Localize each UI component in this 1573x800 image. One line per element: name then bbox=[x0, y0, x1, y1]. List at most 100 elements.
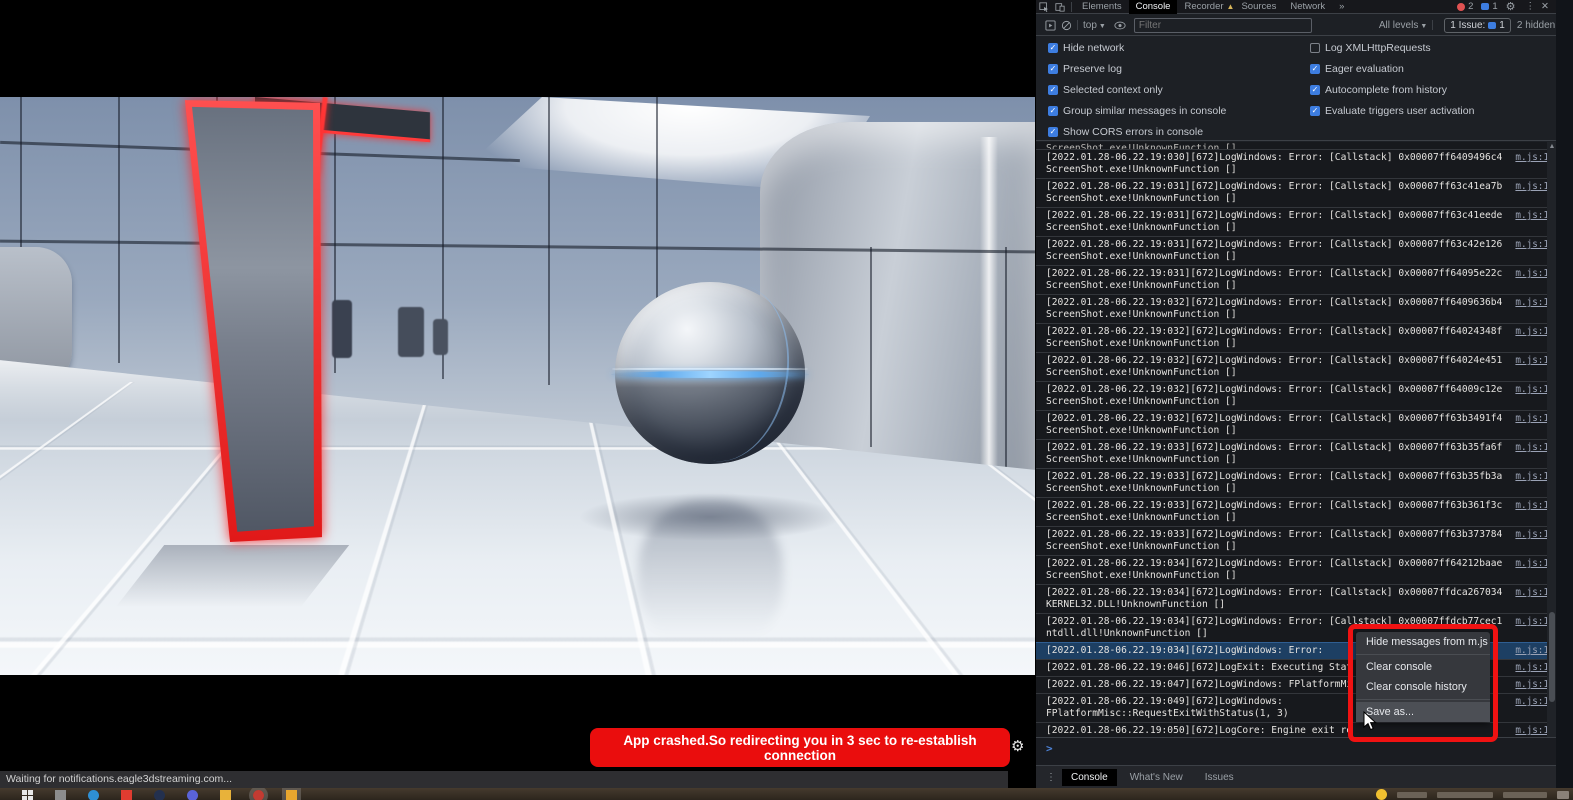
source-link[interactable]: m.js:1 bbox=[1507, 724, 1549, 737]
more-tabs-icon[interactable]: » bbox=[1332, 0, 1351, 14]
tab-network[interactable]: Network bbox=[1283, 0, 1332, 14]
source-link[interactable]: m.js:1 bbox=[1507, 499, 1549, 512]
console-log-row[interactable]: [2022.01.28-06.22.19:031][672]LogWindows… bbox=[1036, 265, 1557, 294]
source-link[interactable]: m.js:1 bbox=[1507, 354, 1549, 367]
devtools-close-icon[interactable]: ✕ bbox=[1541, 1, 1557, 12]
checkbox-preserve-log[interactable]: ✓Preserve log bbox=[1048, 63, 1122, 75]
console-log-row[interactable]: [2022.01.28-06.22.19:032][672]LogWindows… bbox=[1036, 294, 1557, 323]
menu-item-clear-console[interactable]: Clear console bbox=[1356, 657, 1490, 677]
checkbox-group-similar-messages-in-console[interactable]: ✓Group similar messages in console bbox=[1048, 105, 1226, 117]
source-link[interactable]: m.js:1 bbox=[1507, 441, 1549, 454]
checkbox-hide-network[interactable]: ✓Hide network bbox=[1048, 42, 1124, 54]
system-tray-icons[interactable] bbox=[1437, 792, 1493, 798]
source-link[interactable]: m.js:1 bbox=[1507, 661, 1549, 674]
source-link[interactable]: m.js:1 bbox=[1507, 695, 1549, 708]
menu-item-hide-messages[interactable]: Hide messages from m.js bbox=[1356, 632, 1490, 652]
device-toolbar-icon[interactable] bbox=[1052, 2, 1068, 12]
checkbox-show-cors-errors-in-console[interactable]: ✓Show CORS errors in console bbox=[1048, 126, 1203, 138]
unchecked-checkbox-icon[interactable] bbox=[1310, 43, 1320, 53]
console-log-row[interactable]: [2022.01.28-06.22.19:050][672]LogCore: E… bbox=[1036, 722, 1557, 737]
source-link[interactable]: m.js:1 bbox=[1507, 412, 1549, 425]
scrollbar-thumb[interactable] bbox=[1549, 612, 1555, 702]
devtools-menu-icon[interactable]: ⋮ bbox=[1516, 1, 1542, 12]
menu-item-clear-console-history[interactable]: Clear console history bbox=[1356, 677, 1490, 697]
console-log-row[interactable]: [2022.01.28-06.22.19:030][672]LogWindows… bbox=[1036, 149, 1557, 178]
live-expression-eye-icon[interactable] bbox=[1112, 21, 1128, 30]
windows-taskbar[interactable] bbox=[0, 788, 1573, 800]
console-sidebar-icon[interactable] bbox=[1042, 20, 1058, 31]
console-log-row[interactable]: [2022.01.28-06.22.19:033][672]LogWindows… bbox=[1036, 468, 1557, 497]
console-log-row[interactable]: [2022.01.28-06.22.19:032][672]LogWindows… bbox=[1036, 352, 1557, 381]
source-link[interactable]: m.js:1 bbox=[1507, 528, 1549, 541]
source-link[interactable]: m.js:1 bbox=[1507, 296, 1549, 309]
source-link[interactable]: m.js:1 bbox=[1507, 151, 1549, 164]
settings-gear-icon[interactable]: ⚙ bbox=[1011, 737, 1024, 755]
taskbar-app-recording[interactable] bbox=[253, 790, 264, 800]
taskbar-app-orange-active[interactable] bbox=[286, 790, 297, 800]
source-link[interactable]: m.js:1 bbox=[1507, 383, 1549, 396]
source-link[interactable]: m.js:1 bbox=[1507, 586, 1549, 599]
taskbar-start-button[interactable] bbox=[22, 790, 33, 800]
show-desktop-button[interactable] bbox=[1557, 791, 1569, 799]
issues-button[interactable]: 1 Issue: 1 bbox=[1444, 18, 1511, 33]
checkbox-log-xmlhttprequests[interactable]: Log XMLHttpRequests bbox=[1310, 42, 1431, 54]
checked-checkbox-icon[interactable]: ✓ bbox=[1048, 106, 1058, 116]
log-level-selector[interactable]: All levels▼ bbox=[1379, 20, 1427, 31]
taskbar-app-dark-circle[interactable] bbox=[154, 790, 165, 800]
console-log-row[interactable]: [2022.01.28-06.22.19:031][672]LogWindows… bbox=[1036, 207, 1557, 236]
checkbox-evaluate-triggers-user-activation[interactable]: ✓Evaluate triggers user activation bbox=[1310, 105, 1474, 117]
drawer-tab-whats-new[interactable]: What's New bbox=[1121, 769, 1192, 786]
drawer-menu-icon[interactable]: ⋮ bbox=[1036, 772, 1062, 783]
console-log-row[interactable]: [2022.01.28-06.22.19:032][672]LogWindows… bbox=[1036, 381, 1557, 410]
drawer-tab-issues[interactable]: Issues bbox=[1196, 769, 1243, 786]
checked-checkbox-icon[interactable]: ✓ bbox=[1048, 43, 1058, 53]
checked-checkbox-icon[interactable]: ✓ bbox=[1048, 64, 1058, 74]
taskbar-app-gray[interactable] bbox=[55, 790, 66, 800]
devtools-settings-gear-icon[interactable]: ⚙ bbox=[1506, 0, 1516, 13]
tab-recorder[interactable]: Recorder bbox=[1177, 0, 1230, 14]
checked-checkbox-icon[interactable]: ✓ bbox=[1310, 64, 1320, 74]
taskbar-app-red[interactable] bbox=[121, 790, 132, 800]
checkbox-eager-evaluation[interactable]: ✓Eager evaluation bbox=[1310, 63, 1404, 75]
console-log-row[interactable]: [2022.01.28-06.22.19:033][672]LogWindows… bbox=[1036, 439, 1557, 468]
drawer-tab-console[interactable]: Console bbox=[1062, 769, 1117, 786]
source-link[interactable]: m.js:1 bbox=[1507, 615, 1549, 628]
console-log-row[interactable]: [2022.01.28-06.22.19:032][672]LogWindows… bbox=[1036, 410, 1557, 439]
source-link[interactable]: m.js:1 bbox=[1507, 470, 1549, 483]
checked-checkbox-icon[interactable]: ✓ bbox=[1310, 85, 1320, 95]
source-link[interactable]: m.js:1 bbox=[1507, 557, 1549, 570]
source-link[interactable]: m.js:1 bbox=[1507, 325, 1549, 338]
inspect-element-icon[interactable] bbox=[1036, 2, 1052, 12]
weather-icon[interactable] bbox=[1376, 789, 1387, 800]
checked-checkbox-icon[interactable]: ✓ bbox=[1048, 127, 1058, 137]
console-log-row[interactable]: [2022.01.28-06.22.19:034][672]LogWindows… bbox=[1036, 584, 1557, 613]
tab-sources[interactable]: Sources bbox=[1234, 0, 1283, 14]
console-log-row[interactable]: [2022.01.28-06.22.19:034][672]LogWindows… bbox=[1036, 555, 1557, 584]
tab-elements[interactable]: Elements bbox=[1075, 0, 1129, 14]
source-link[interactable]: m.js:1 bbox=[1507, 180, 1549, 193]
tab-console[interactable]: Console bbox=[1129, 0, 1178, 14]
console-log-row[interactable]: [2022.01.28-06.22.19:033][672]LogWindows… bbox=[1036, 497, 1557, 526]
clear-console-icon[interactable] bbox=[1058, 20, 1074, 31]
taskbar-app-indigo-circle[interactable] bbox=[187, 790, 198, 800]
console-log-row[interactable]: [2022.01.28-06.22.19:032][672]LogWindows… bbox=[1036, 323, 1557, 352]
taskbar-app-blue-circle[interactable] bbox=[88, 790, 99, 800]
source-link[interactable]: m.js:1 bbox=[1507, 678, 1549, 691]
console-log-row[interactable]: [2022.01.28-06.22.19:033][672]LogWindows… bbox=[1036, 526, 1557, 555]
checkbox-autocomplete-from-history[interactable]: ✓Autocomplete from history bbox=[1310, 84, 1447, 96]
checked-checkbox-icon[interactable]: ✓ bbox=[1048, 85, 1058, 95]
stream-viewport[interactable]: Waiting for notifications.eagle3dstreami… bbox=[0, 0, 1035, 800]
source-link[interactable]: m.js:1 bbox=[1507, 238, 1549, 251]
source-link[interactable]: m.js:1 bbox=[1507, 209, 1549, 222]
checked-checkbox-icon[interactable]: ✓ bbox=[1310, 106, 1320, 116]
console-prompt[interactable]: > bbox=[1036, 737, 1557, 765]
console-log-row[interactable]: [2022.01.28-06.22.19:031][672]LogWindows… bbox=[1036, 236, 1557, 265]
taskbar-folder[interactable] bbox=[220, 790, 231, 800]
message-count[interactable]: 1 bbox=[1492, 1, 1497, 12]
error-count[interactable]: 2 bbox=[1468, 1, 1473, 12]
source-link[interactable]: m.js:1 bbox=[1507, 267, 1549, 280]
filter-input[interactable] bbox=[1134, 18, 1312, 33]
context-selector[interactable]: top▼ bbox=[1081, 20, 1108, 31]
console-log-row[interactable]: [2022.01.28-06.22.19:031][672]LogWindows… bbox=[1036, 178, 1557, 207]
checkbox-selected-context-only[interactable]: ✓Selected context only bbox=[1048, 84, 1163, 96]
